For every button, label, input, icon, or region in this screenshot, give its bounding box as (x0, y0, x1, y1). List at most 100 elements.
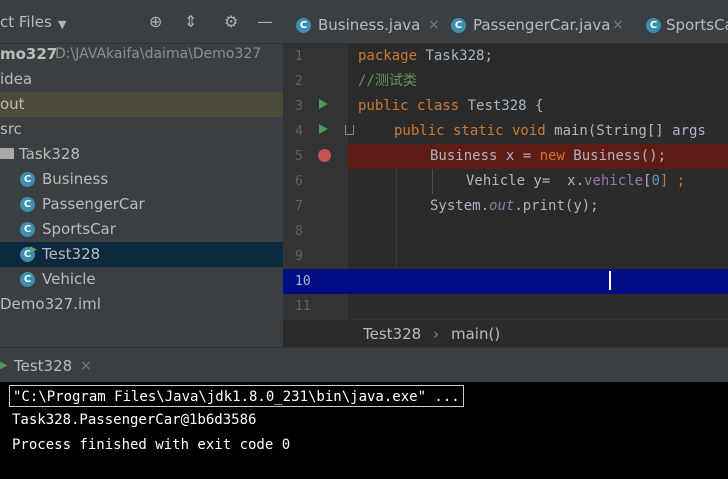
code-token: new (539, 148, 565, 164)
run-class-icon[interactable] (319, 99, 328, 109)
module-path: D:\JAVAkaifa\daima\Demo327 (55, 46, 262, 62)
code-token: vehicle (584, 173, 644, 189)
run-tab-label: Test328 (14, 357, 73, 375)
close-tab-icon[interactable]: × (612, 0, 624, 43)
line-number: 2 (295, 74, 303, 89)
code-editor: C Business.java × C PassengerCar.java × … (283, 0, 728, 347)
tab-business-java[interactable]: C Business.java × (293, 0, 443, 43)
tree-item-iml-file[interactable]: Demo327.iml (0, 292, 283, 317)
code-token: ] ; (659, 173, 686, 189)
tab-label: PassengerCar.java (473, 16, 611, 34)
code-line-1: package Task328; (348, 44, 728, 69)
line-number: 8 (295, 224, 303, 239)
code-line-3: public class Test328 { (348, 94, 728, 119)
code-token: 0 (651, 173, 660, 189)
tree-item-business[interactable]: C Business (0, 167, 283, 192)
breadcrumb: Test328 › main() (283, 319, 728, 347)
code-text-area[interactable]: package Task328; //测试类 public class Test… (348, 44, 728, 319)
line-number: 3 (295, 99, 303, 114)
code-token: Vehicle y= x. (466, 173, 585, 189)
line-number: 5 (295, 149, 303, 164)
close-run-tab-icon[interactable]: × (80, 348, 92, 384)
run-tool-window-header: ▶ Test328 × (0, 347, 728, 382)
tree-item-module-root[interactable]: mo327 D:\JAVAkaifa\daima\Demo327 (0, 42, 283, 67)
locate-target-icon[interactable]: ⊕ (149, 14, 162, 30)
code-token: public static void (394, 123, 546, 139)
collapse-all-icon[interactable]: ⇕ (184, 14, 197, 30)
console-output-line: Task328.PassengerCar@1b6d3586 (12, 412, 257, 428)
code-token: out (489, 198, 515, 214)
line-number: 6 (295, 174, 303, 189)
code-line-7: System.out.print(y); (348, 194, 728, 219)
tab-passengercar-java[interactable]: C PassengerCar.java × (448, 0, 628, 43)
code-token: Business x = (430, 148, 540, 164)
java-class-icon: C (451, 18, 466, 33)
tree-item-passengercar[interactable]: C PassengerCar (0, 192, 283, 217)
code-line-10-current (348, 269, 728, 294)
console-command-line[interactable]: "C:\Program Files\Java\jdk1.8.0_231\bin\… (9, 385, 464, 407)
java-class-icon: C (646, 18, 661, 33)
tree-item-idea[interactable]: idea (0, 67, 283, 92)
tree-item-label: idea (0, 70, 33, 88)
line-number: 11 (295, 299, 311, 314)
tree-item-vehicle[interactable]: C Vehicle (0, 267, 283, 292)
java-class-icon: C (20, 222, 35, 237)
hide-panel-icon[interactable]: — (257, 14, 273, 30)
tree-item-label: SportsCar (42, 220, 116, 238)
run-config-icon: ▶ (0, 360, 8, 371)
breakpoint-icon[interactable] (318, 149, 331, 162)
run-main-icon[interactable] (319, 124, 328, 134)
run-badge-icon: ▶ (30, 245, 37, 255)
tree-item-label: Vehicle (42, 270, 96, 288)
tab-sportscar-java[interactable]: C SportsCa (643, 0, 728, 43)
line-number: 4 (295, 124, 303, 139)
breadcrumb-method[interactable]: main() (451, 320, 500, 348)
code-line-4: public static void main(String[] args (348, 119, 728, 144)
tree-item-task328[interactable]: Task328 (0, 142, 283, 167)
dropdown-arrow-icon[interactable]: ▼ (58, 17, 66, 33)
code-line-6: Vehicle y= x.vehicle[0] ; (348, 169, 728, 194)
code-token: Business(); (564, 148, 667, 164)
tree-item-out[interactable]: out (0, 92, 283, 117)
tree-item-src[interactable]: src (0, 117, 283, 142)
console-output[interactable]: "C:\Program Files\Java\jdk1.8.0_231\bin\… (0, 382, 728, 479)
java-class-icon: C (20, 197, 35, 212)
runnable-class-icon: C ▶ (20, 245, 37, 262)
editor-tab-bar: C Business.java × C PassengerCar.java × … (283, 0, 728, 44)
project-panel: ct Files ▼ ⊕ ⇕ ⚙ — mo327 D:\JAVAkaifa\da… (0, 0, 283, 347)
java-class-icon: C (20, 272, 35, 287)
code-comment: //测试类 (358, 73, 417, 89)
close-tab-icon[interactable]: × (428, 0, 440, 43)
tab-label: Business.java (318, 16, 421, 34)
breadcrumb-separator-icon: › (433, 325, 439, 343)
code-token: main(String[] args (545, 123, 706, 139)
tree-item-label: src (0, 120, 22, 138)
code-token: public class (358, 98, 460, 114)
java-class-icon: C (296, 18, 311, 33)
breadcrumb-class[interactable]: Test328 (363, 320, 421, 348)
project-panel-header: ct Files ▼ ⊕ ⇕ ⚙ — (0, 0, 283, 44)
tree-item-label: Demo327.iml (0, 295, 101, 313)
project-view-selector[interactable]: ct Files (0, 13, 52, 31)
line-number: 7 (295, 199, 303, 214)
line-number: 9 (295, 249, 303, 264)
tree-item-sportscar[interactable]: C SportsCar (0, 217, 283, 242)
tree-item-test328[interactable]: C ▶ Test328 (0, 242, 283, 267)
code-token: package (358, 48, 418, 64)
tab-label: SportsCa (666, 16, 728, 34)
tree-item-label: Business (42, 170, 109, 188)
java-class-icon: C (20, 172, 35, 187)
code-token: Task328; (417, 48, 493, 64)
tree-item-label: PassengerCar (42, 195, 145, 213)
code-token: Test328 { (459, 98, 544, 114)
line-number-gutter[interactable]: 1 2 3 4 5 6 7 8 9 10 11 (283, 44, 354, 319)
settings-gear-icon[interactable]: ⚙ (224, 14, 238, 30)
line-number: 1 (295, 49, 303, 64)
console-exit-line: Process finished with exit code 0 (12, 437, 291, 453)
code-token: System. (430, 198, 490, 214)
code-line-2: //测试类 (348, 69, 728, 94)
line-number-current: 10 (283, 269, 348, 294)
